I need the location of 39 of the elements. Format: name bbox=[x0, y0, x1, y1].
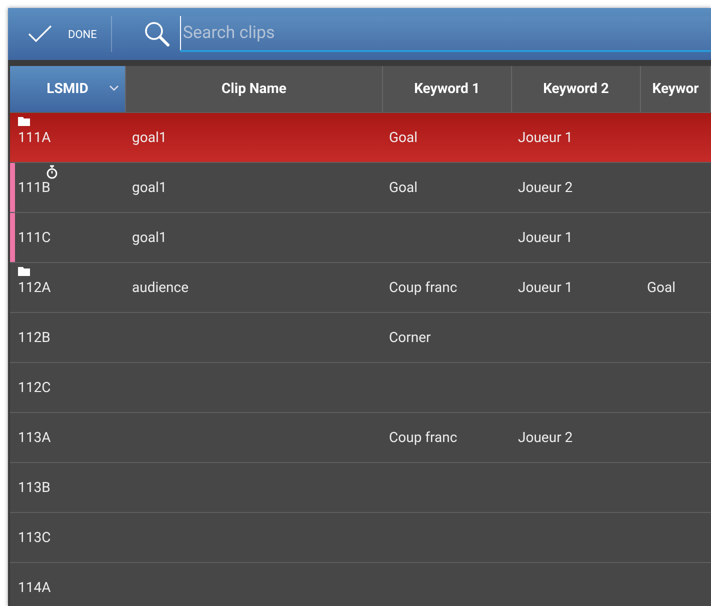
table-cell: 112C bbox=[10, 362, 126, 412]
table-cell: Goal bbox=[383, 112, 512, 162]
search-icon bbox=[144, 21, 170, 47]
folder-icon bbox=[18, 117, 30, 126]
chevron-down-icon bbox=[109, 85, 119, 91]
check-icon bbox=[28, 25, 52, 43]
table-cell: goal1 bbox=[126, 212, 383, 262]
column-header[interactable]: Keywor bbox=[641, 66, 711, 112]
table-cell: 112A bbox=[10, 262, 126, 312]
folder-icon bbox=[18, 267, 30, 276]
table-cell: 112B bbox=[10, 312, 126, 362]
table-cell: 113A bbox=[10, 412, 126, 462]
table-cell: Corner bbox=[383, 312, 512, 362]
table-cell: Joueur 1 bbox=[512, 212, 641, 262]
column-header[interactable]: Keyword 2 bbox=[512, 66, 641, 112]
table-cell: 111A bbox=[10, 112, 126, 162]
table-cell: 111B bbox=[10, 162, 126, 212]
table-cell: Coup franc bbox=[383, 262, 512, 312]
table-cell: Joueur 1 bbox=[512, 262, 641, 312]
table-cell: 113C bbox=[10, 512, 126, 562]
column-header[interactable]: Clip Name bbox=[126, 66, 383, 112]
table-cell: Joueur 1 bbox=[512, 112, 641, 162]
table-cell: Coup franc bbox=[383, 412, 512, 462]
table-cell: 114A bbox=[10, 562, 126, 606]
table-cell: 113B bbox=[10, 462, 126, 512]
table-cell: Goal bbox=[641, 262, 711, 312]
column-header[interactable]: LSMID bbox=[10, 66, 126, 112]
stopwatch-icon bbox=[46, 165, 58, 179]
table-cell: Goal bbox=[383, 162, 512, 212]
table-cell: Joueur 2 bbox=[512, 162, 641, 212]
table-cell: goal1 bbox=[126, 162, 383, 212]
table-cell: 111C bbox=[10, 212, 126, 262]
done-button[interactable]: DONE bbox=[8, 16, 112, 52]
table-cell bbox=[641, 112, 711, 162]
table-cell: goal1 bbox=[126, 112, 383, 162]
table-cell: audience bbox=[126, 262, 383, 312]
table-cell bbox=[641, 162, 711, 212]
column-header[interactable]: Keyword 1 bbox=[383, 66, 512, 112]
table-cell: Joueur 2 bbox=[512, 412, 641, 462]
